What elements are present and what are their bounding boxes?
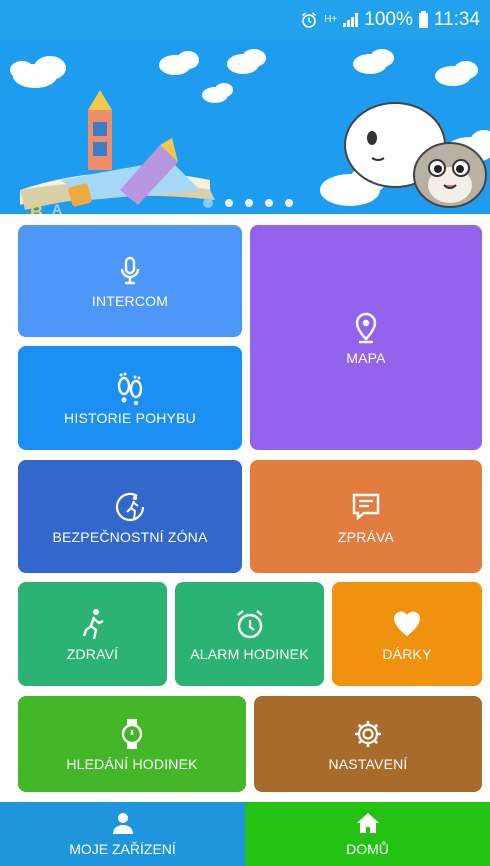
home-label: DOMŮ [346, 841, 389, 857]
map-pin-icon [348, 310, 384, 346]
watch-icon [114, 716, 150, 752]
intercom-tile[interactable]: INTERCOM [18, 225, 242, 337]
find-watch-label: HLEDÁNÍ HODINEK [66, 756, 198, 772]
battery-percent: 100% [364, 9, 413, 30]
find-watch-tile[interactable]: HLEDÁNÍ HODINEK [18, 696, 246, 792]
home-tab[interactable]: DOMŮ [245, 802, 490, 866]
banner-dot[interactable] [203, 198, 213, 208]
banner-dot[interactable] [285, 199, 293, 207]
map-tile[interactable]: MAPA [250, 225, 482, 450]
intercom-label: INTERCOM [91, 293, 169, 309]
my-devices-label: MOJE ZAŘÍZENÍ [69, 841, 176, 857]
network-type-icon: H+ [324, 15, 337, 25]
signal-icon [343, 13, 359, 27]
safe-zone-tile[interactable]: BEZPEČNOSTNÍ ZÓNA [18, 460, 242, 573]
message-label: ZPRÁVA [337, 528, 395, 545]
settings-tile[interactable]: NASTAVENÍ [254, 696, 482, 792]
person-icon [111, 811, 135, 835]
watch-alarm-label: ALARM HODINEK [190, 646, 309, 662]
movement-history-tile[interactable]: HISTORIE POHYBU [18, 346, 242, 450]
battery-icon [418, 10, 428, 28]
footprints-icon [112, 370, 148, 406]
banner-pagination [0, 198, 490, 208]
running-icon [75, 606, 111, 642]
message-tile[interactable]: ZPRÁVA [250, 460, 482, 573]
microphone-icon [112, 253, 148, 289]
promo-banner[interactable]: B A [0, 40, 490, 214]
bottom-navigation: MOJE ZAŘÍZENÍ DOMŮ [0, 802, 490, 866]
safe-zone-icon [112, 489, 148, 525]
gifts-tile[interactable]: DÁRKY [332, 582, 482, 686]
health-tile[interactable]: ZDRAVÍ [18, 582, 167, 686]
alarm-clock-icon [232, 606, 268, 642]
network-type-label: H+ [324, 14, 338, 25]
map-label: MAPA [346, 349, 386, 366]
banner-illustration: B A [10, 49, 490, 214]
health-label: ZDRAVÍ [66, 646, 119, 662]
status-bar: H+ 100% 11:34 [0, 0, 490, 40]
home-icon [356, 811, 380, 835]
movement-history-label: HISTORIE POHYBU [64, 410, 196, 426]
banner-dot[interactable] [225, 199, 233, 207]
heart-icon [389, 606, 425, 642]
watch-alarm-tile[interactable]: ALARM HODINEK [175, 582, 324, 686]
gear-icon [350, 716, 386, 752]
alarm-icon [300, 11, 318, 29]
gifts-label: DÁRKY [382, 646, 432, 662]
safe-zone-label: BEZPEČNOSTNÍ ZÓNA [52, 528, 208, 545]
settings-label: NASTAVENÍ [328, 756, 408, 772]
message-icon [348, 489, 384, 525]
clock-time: 11:34 [433, 9, 480, 30]
my-devices-tab[interactable]: MOJE ZAŘÍZENÍ [0, 802, 245, 866]
banner-dot[interactable] [265, 199, 273, 207]
banner-dot[interactable] [245, 199, 253, 207]
